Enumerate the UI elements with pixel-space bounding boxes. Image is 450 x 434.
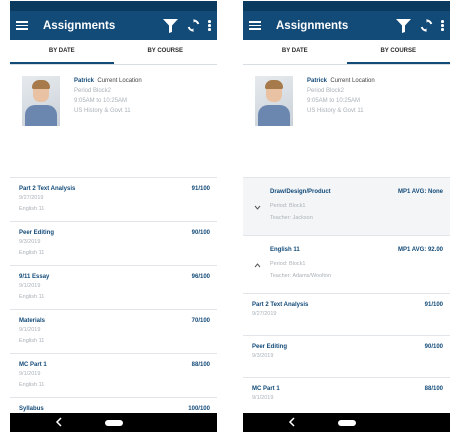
back-icon[interactable]: [55, 417, 63, 427]
assignment-title: MC Part 1: [252, 386, 280, 392]
assignment-date: 9/1/2019: [19, 371, 41, 377]
course-teacher: Teacher: Jackson: [270, 215, 313, 221]
assignment-date: 9/1/2019: [252, 395, 274, 401]
list-item[interactable]: MC Part 1 88/100 9/1/2019 English 11: [10, 354, 217, 398]
system-nav-bar: [243, 413, 450, 432]
assignment-course: English 11: [19, 338, 45, 344]
assignment-score: 96/100: [191, 274, 210, 280]
back-icon[interactable]: [288, 417, 296, 427]
assignment-score: 90/100: [191, 230, 210, 236]
course-row[interactable]: Draw/Design/Product MP1 AVG: None Period:…: [243, 178, 450, 236]
assignment-score: 90/100: [424, 344, 443, 350]
course-average: MP1 AVG: None: [397, 189, 443, 195]
assignment-score: 88/100: [424, 386, 443, 392]
list-item[interactable]: Part 2 Text Analysis 91/100 9/27/2019 Eng…: [10, 178, 217, 222]
assignment-course: English 11: [19, 294, 45, 300]
assignment-title: Syllabus: [19, 406, 44, 412]
app-bar: Assignments: [10, 11, 217, 40]
tab-bar: BY DATE BY COURSE: [243, 40, 450, 65]
assignment-date: 9/3/2019: [19, 239, 41, 245]
student-time: 9:05AM to 10:25AM: [74, 98, 128, 104]
chevron-up-icon[interactable]: [254, 263, 261, 268]
page-title: Assignments: [43, 19, 116, 32]
course-row[interactable]: English 11 MP1 AVG: 92.00 Period: Block1 …: [243, 236, 450, 294]
tab-by-course[interactable]: BY COURSE: [114, 40, 218, 64]
status-bar: [10, 1, 217, 11]
home-icon[interactable]: [104, 419, 123, 426]
student-course: US History & Govt 11: [307, 108, 364, 114]
content: Patrick Current Location Period Block2 9…: [243, 66, 450, 413]
course-average: MP1 AVG: 92.00: [397, 247, 443, 253]
status-bar: [243, 1, 450, 11]
content: Patrick Current Location Period Block2 9…: [10, 66, 217, 413]
app-bar: Assignments: [243, 11, 450, 40]
assignment-course: English 11: [19, 206, 45, 212]
student-course: US History & Govt 11: [74, 108, 131, 114]
course-period: Period: Block1: [270, 203, 306, 209]
filter-icon[interactable]: [396, 18, 411, 33]
current-location: Current Location: [330, 78, 375, 84]
assignment-date: 9/27/2019: [252, 311, 277, 317]
assignment-title: Peer Editing: [252, 344, 288, 350]
list-item[interactable]: MC Part 1 88/100 9/1/2019: [243, 378, 450, 413]
page-title: Assignments: [276, 19, 349, 32]
list-item[interactable]: Peer Editing 90/100 9/3/2019: [243, 336, 450, 378]
student-time: 9:05AM to 10:25AM: [307, 98, 361, 104]
list-item[interactable]: Part 2 Text Analysis 91/100 9/27/2019: [243, 294, 450, 336]
student-card: Patrick Current Location Period Block2 9…: [243, 66, 450, 178]
student-period: Period Block2: [307, 88, 345, 94]
assignment-title: MC Part 1: [19, 362, 47, 368]
course-period: Period: Block1: [270, 261, 306, 267]
assignment-date: 9/27/2019: [19, 195, 44, 201]
sync-icon[interactable]: [187, 19, 200, 32]
current-location: Current Location: [97, 78, 142, 84]
assignment-date: 9/3/2019: [252, 353, 274, 359]
more-vert-icon[interactable]: [208, 20, 211, 31]
course-name: Draw/Design/Product: [270, 189, 331, 195]
system-nav-bar: [10, 413, 217, 432]
assignment-date: 9/1/2019: [19, 283, 41, 289]
phone-by-date: Assignments BY DATE BY COURSE Patrick Cu…: [10, 1, 217, 432]
chevron-down-icon[interactable]: [254, 205, 261, 210]
tab-by-course[interactable]: BY COURSE: [346, 40, 450, 64]
tab-by-date[interactable]: BY DATE: [243, 40, 347, 64]
course-name: English 11: [270, 247, 300, 253]
student-name: Patrick: [307, 78, 328, 84]
assignment-title: Part 2 Text Analysis: [19, 186, 76, 192]
phone-by-course: Assignments BY DATE BY COURSE Patrick Cu…: [243, 1, 450, 432]
assignment-score: 91/100: [191, 186, 210, 192]
assignment-score: 91/100: [424, 302, 443, 308]
student-photo: [255, 76, 293, 126]
sync-icon[interactable]: [420, 19, 433, 32]
list-item[interactable]: Syllabus 100/100: [10, 398, 217, 413]
assignment-course: English 11: [19, 382, 45, 388]
assignment-title: 9/11 Essay: [19, 274, 50, 280]
list-item[interactable]: Peer Editing 90/100 9/3/2019 English 11: [10, 222, 217, 266]
home-icon[interactable]: [337, 419, 356, 426]
menu-icon[interactable]: [249, 21, 261, 30]
course-teacher: Teacher: Adams/Woolton: [270, 273, 332, 279]
student-name: Patrick: [74, 78, 95, 84]
assignment-score: 70/100: [191, 318, 210, 324]
assignment-title: Part 2 Text Analysis: [252, 302, 309, 308]
student-card: Patrick Current Location Period Block2 9…: [10, 66, 217, 178]
list-item[interactable]: 9/11 Essay 96/100 9/1/2019 English 11: [10, 266, 217, 310]
assignment-title: Materials: [19, 318, 46, 324]
student-period: Period Block2: [74, 88, 112, 94]
assignment-date: 9/1/2019: [19, 327, 41, 333]
assignment-score: 100/100: [188, 406, 210, 412]
list-item[interactable]: Materials 70/100 9/1/2019 English 11: [10, 310, 217, 354]
tab-bar: BY DATE BY COURSE: [10, 40, 217, 65]
menu-icon[interactable]: [16, 21, 28, 30]
student-photo: [22, 76, 60, 126]
assignment-course: English 11: [19, 250, 45, 256]
assignment-score: 88/100: [191, 362, 210, 368]
more-vert-icon[interactable]: [441, 20, 444, 31]
assignment-title: Peer Editing: [19, 230, 55, 236]
filter-icon[interactable]: [163, 18, 178, 33]
tab-by-date[interactable]: BY DATE: [10, 40, 114, 64]
